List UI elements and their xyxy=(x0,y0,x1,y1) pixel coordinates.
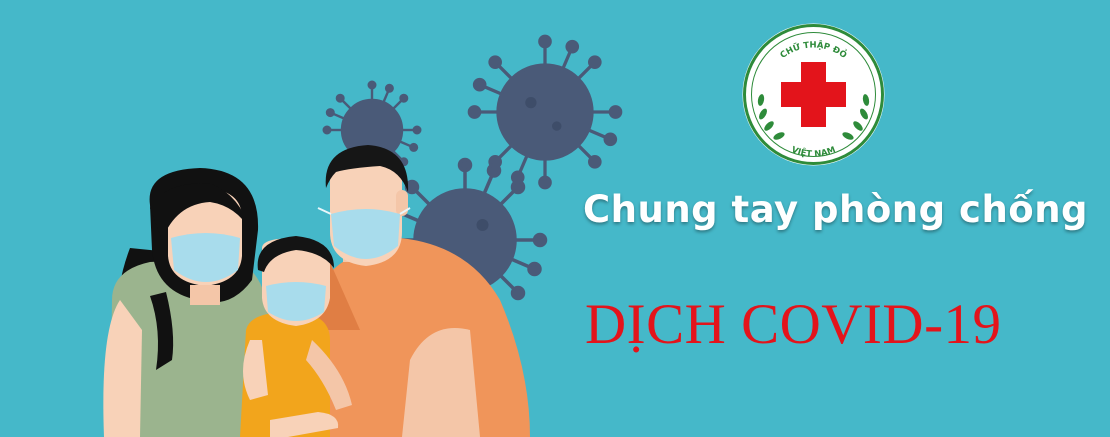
subhead: DỊCH COVID-19 xyxy=(585,293,1002,356)
covid-banner: CHỮ THẬP ĐỎ VIỆT NAM Chung tay phòng chố… xyxy=(0,0,1110,437)
headline: Chung tay phòng chống xyxy=(583,188,1089,231)
red-cross-logo: CHỮ THẬP ĐỎ VIỆT NAM xyxy=(742,23,885,166)
